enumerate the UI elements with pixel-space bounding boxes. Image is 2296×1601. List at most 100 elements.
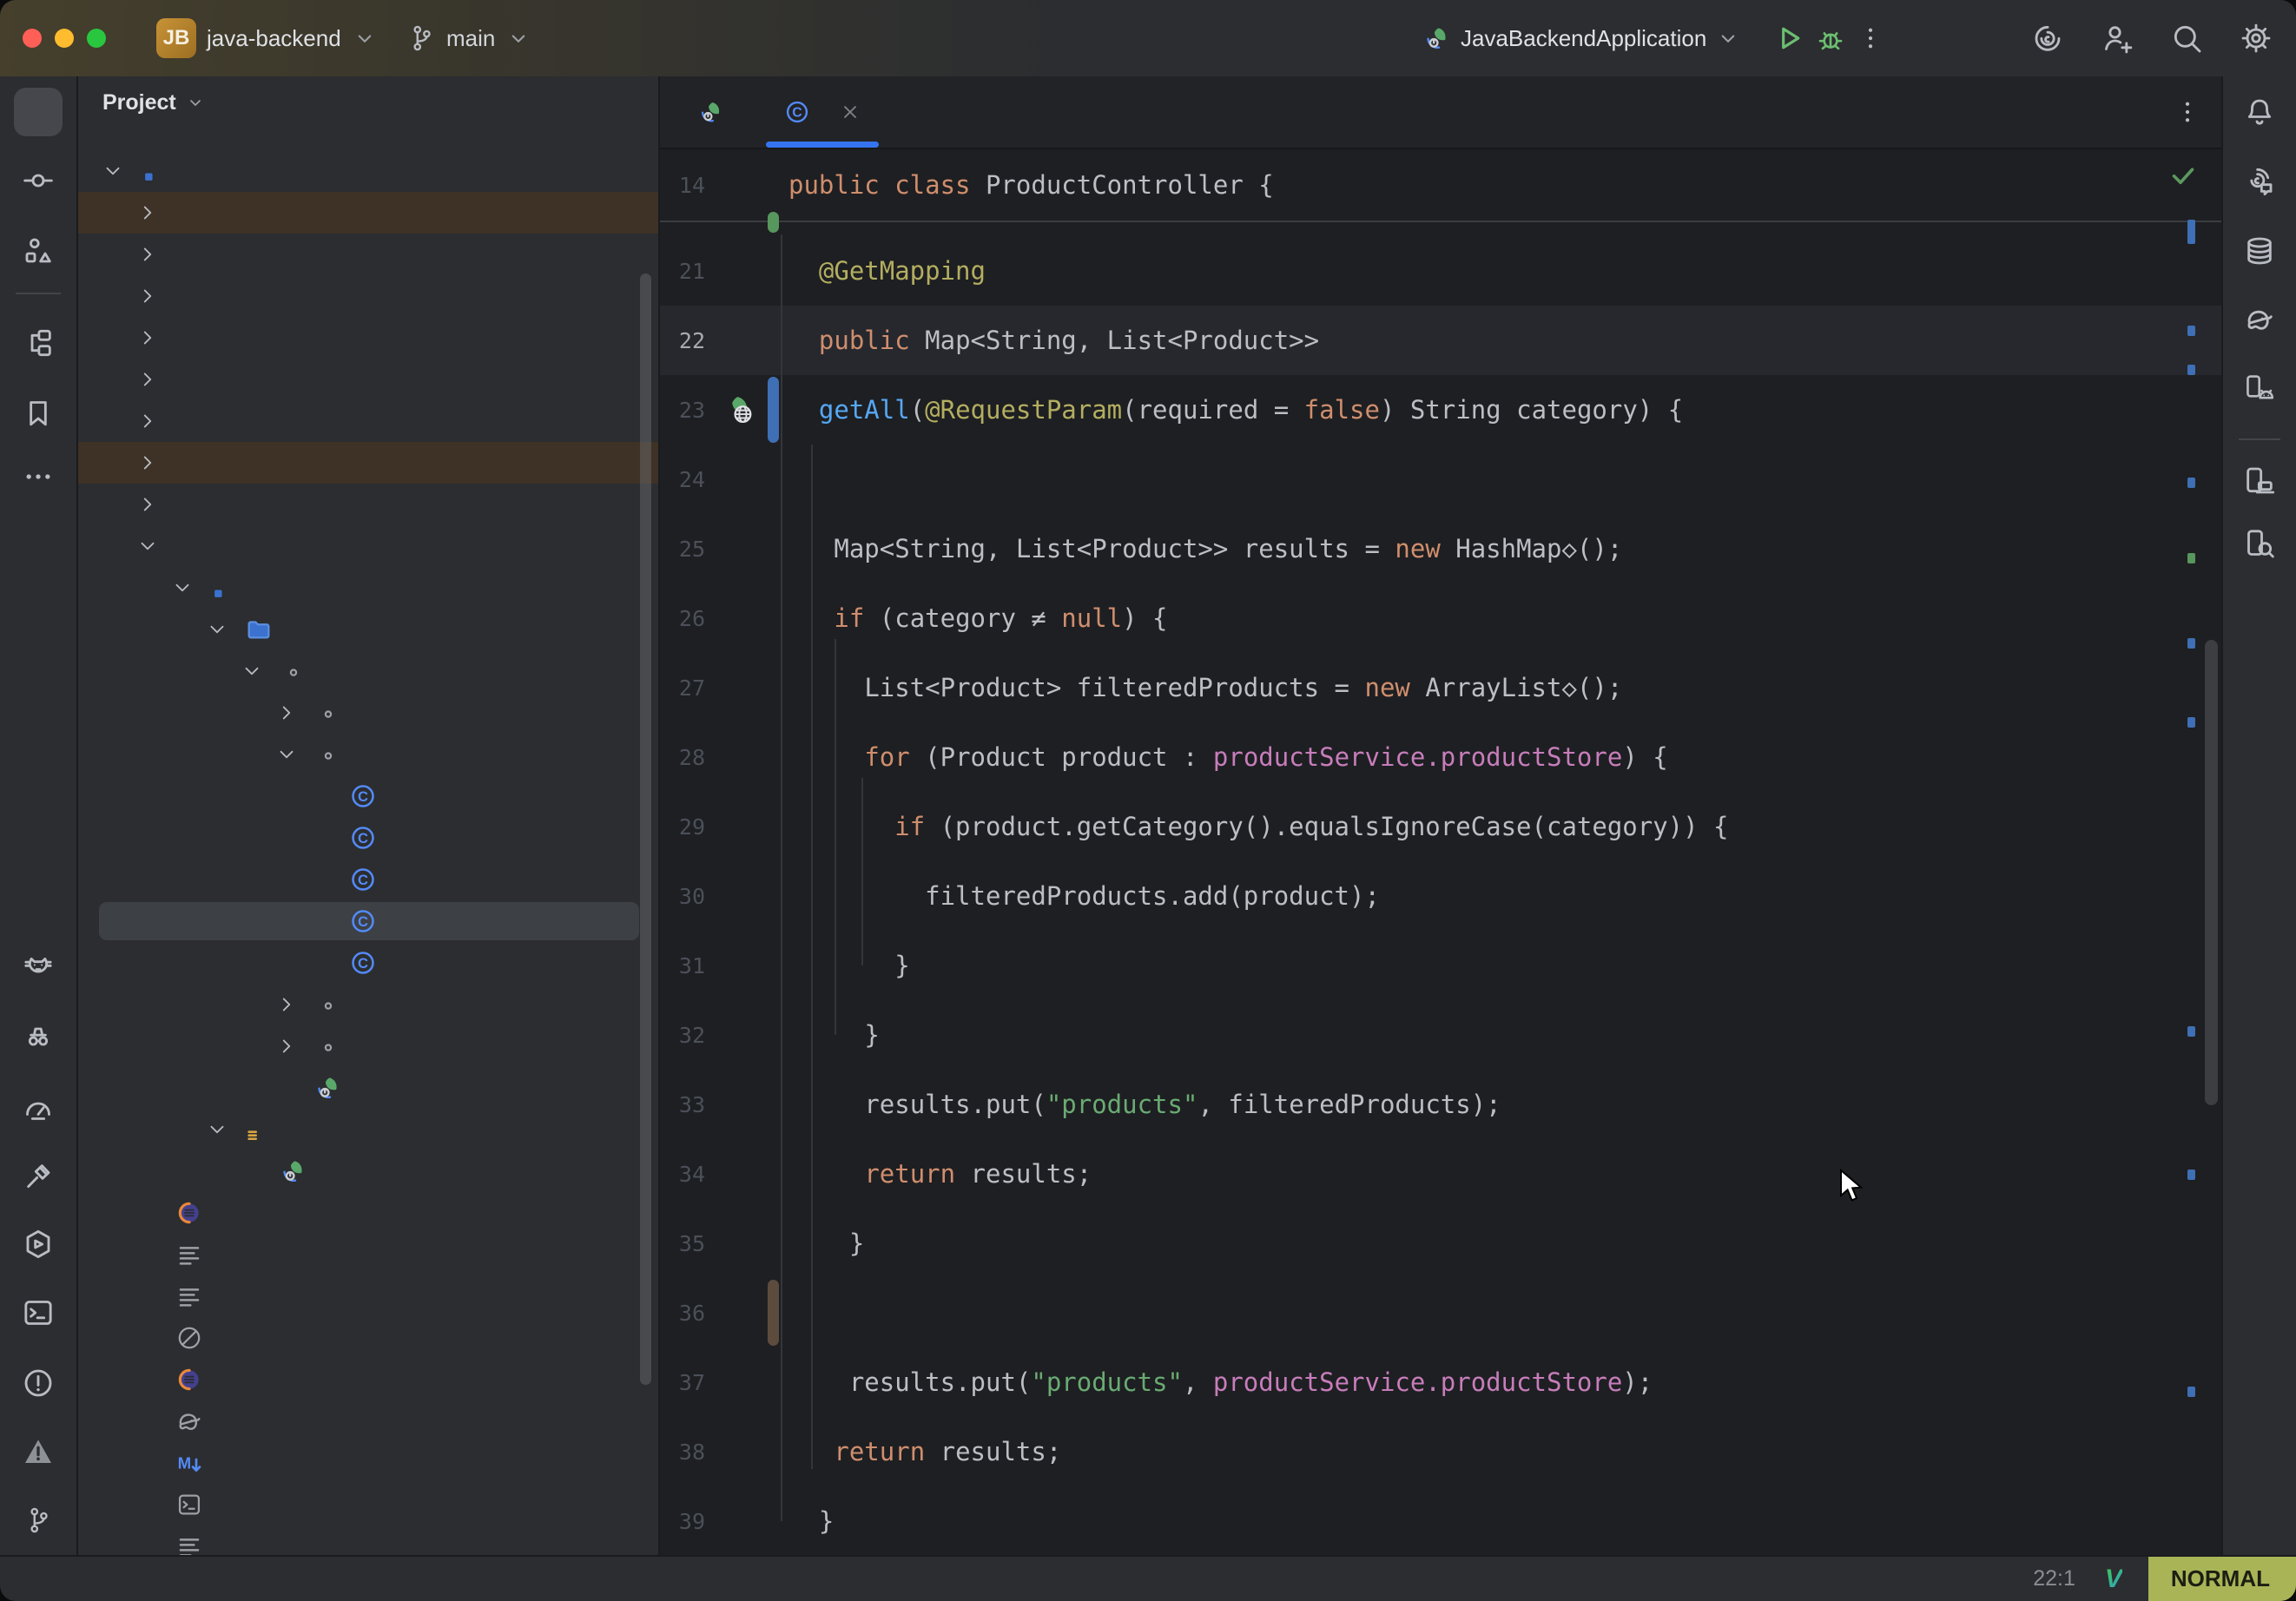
- tool-terminal-button[interactable]: [14, 1288, 63, 1337]
- code-line-39[interactable]: 39 }: [660, 1486, 2221, 1555]
- ideavim-icon[interactable]: V: [2105, 1565, 2122, 1594]
- tree-item-CHANGELOG.md[interactable]: M: [78, 1442, 658, 1484]
- tab-JavaBackendApplication.java[interactable]: [674, 76, 761, 148]
- tool-logcat-cat-button[interactable]: [14, 943, 63, 992]
- code-line-31[interactable]: 31 }: [660, 931, 2221, 1000]
- caret-position[interactable]: 22:1: [2033, 1566, 2075, 1591]
- tree-item-gradlew[interactable]: [78, 1484, 658, 1525]
- code-line-38[interactable]: 38 return results;: [660, 1417, 2221, 1486]
- settings-gear-icon[interactable]: [2239, 21, 2273, 56]
- tool-hierarchy-button[interactable]: [14, 319, 63, 367]
- tree-item-UserController[interactable]: C: [78, 942, 658, 984]
- code-line-36[interactable]: 36: [660, 1278, 2221, 1347]
- tool-more-ellipsis-button[interactable]: [14, 452, 63, 501]
- tree-item-models[interactable]: M3.5 7.2c0-.9.7-1.6 1.6-1.6h4.1l2 2.1h7.…: [78, 984, 658, 1025]
- tree-chevron-closed-icon[interactable]: [136, 451, 159, 474]
- tree-item-.factorypath[interactable]: [78, 1234, 658, 1275]
- tool-project-folder-button[interactable]: M3.5 7.2c0-.9.7-1.6 1.6-1.6h4.1l2 2.1h7.…: [14, 88, 63, 136]
- tree-item-application.properties[interactable]: [78, 1150, 658, 1192]
- tree-item-service[interactable]: M3.5 7.2c0-.9.7-1.6 1.6-1.6h4.1l2 2.1h7.…: [78, 1025, 658, 1067]
- tool-database-button[interactable]: [2235, 227, 2284, 275]
- code-line-21[interactable]: 21 @GetMapping: [660, 236, 2221, 306]
- vim-mode-badge[interactable]: NORMAL: [2148, 1557, 2296, 1601]
- project-widget[interactable]: JB java-backend: [156, 0, 378, 76]
- tab-options-kebab-icon[interactable]: [2173, 97, 2202, 127]
- tree-item-OrderController[interactable]: C: [78, 859, 658, 900]
- tree-item-JavaBackendApplication[interactable]: [78, 1067, 658, 1109]
- tree-item-CartController[interactable]: C: [78, 775, 658, 817]
- tool-warning-triangle-button[interactable]: [14, 1427, 63, 1476]
- tool-running-devices-button[interactable]: [2235, 365, 2284, 413]
- code-line-25[interactable]: 25 Map<String, List<Product>> results = …: [660, 514, 2221, 583]
- code-line-28[interactable]: 28 for (Product product : productService…: [660, 722, 2221, 792]
- close-tab-icon[interactable]: [839, 101, 861, 123]
- tool-services-play-button[interactable]: [14, 1220, 63, 1268]
- code-line-35[interactable]: 35 }: [660, 1209, 2221, 1278]
- code-line-30[interactable]: 30 filteredProducts.add(product);: [660, 861, 2221, 931]
- code-with-me-icon[interactable]: [2100, 21, 2134, 56]
- tree-item-config[interactable]: M3.5 7.2c0-.9.7-1.6 1.6-1.6h4.1l2 2.1h7.…: [78, 692, 658, 734]
- tree-item-.vscode[interactable]: M3.5 7.2c0-.9.7-1.6 1.6-1.6h4.1l2 2.1h7.…: [78, 359, 658, 400]
- close-window-button[interactable]: [23, 29, 42, 48]
- code-line-27[interactable]: 27 List<Product> filteredProducts = new …: [660, 653, 2221, 722]
- search-everywhere-icon[interactable]: [2169, 21, 2204, 56]
- editor-scrollbar[interactable]: [2205, 640, 2218, 1105]
- tool-problems-circle-button[interactable]: [14, 1359, 63, 1407]
- run-configuration-name[interactable]: JavaBackendApplication: [1461, 25, 1706, 52]
- tree-item-resources[interactable]: M3.5 7.2c0-.9.7-1.6 1.6-1.6h4.1l2 2.1h7.…: [78, 1109, 658, 1150]
- tree-chevron-closed-icon[interactable]: [136, 201, 159, 224]
- tree-item-.gradle[interactable]: M3.5 7.2c0-.9.7-1.6 1.6-1.6h4.1l2 2.1h7.…: [78, 192, 658, 234]
- tool-gradle-elephant-button[interactable]: [2235, 295, 2284, 344]
- chevron-down-icon[interactable]: [1715, 25, 1741, 51]
- tool-build-hammer-button[interactable]: [14, 1152, 63, 1201]
- tree-item-monostore.backend[interactable]: M3.5 7.2c0-.9.7-1.6 1.6-1.6h4.1l2 2.1h7.…: [78, 650, 658, 692]
- code-line-26[interactable]: 26 if (category ≠ null) {: [660, 583, 2221, 653]
- debug-button[interactable]: [1814, 22, 1847, 55]
- tree-item-java-backend[interactable]: M3.5 7.2c0-.9.7-1.6 1.6-1.6h4.1l2 2.1h7.…: [78, 150, 658, 192]
- tree-item-.classpath[interactable]: [78, 1192, 658, 1234]
- tree-chevron-closed-icon[interactable]: [275, 1035, 298, 1057]
- code-line-33[interactable]: 33 results.put("products", filteredProdu…: [660, 1070, 2221, 1139]
- tool-device-explorer-button[interactable]: [2235, 519, 2284, 568]
- tree-item-.gitattributes[interactable]: [78, 1275, 658, 1317]
- minimize-window-button[interactable]: [55, 29, 74, 48]
- tree-chevron-closed-icon[interactable]: [136, 326, 159, 349]
- code-line-34[interactable]: 34 return results;: [660, 1139, 2221, 1209]
- tree-chevron-open-icon[interactable]: [136, 535, 159, 557]
- tree-chevron-closed-icon[interactable]: [136, 243, 159, 266]
- tree-item-src[interactable]: M3.5 7.2c0-.9.7-1.6 1.6-1.6h4.1l2 2.1h7.…: [78, 525, 658, 567]
- tool-git-branch-button[interactable]: [14, 1496, 63, 1545]
- tool-notifications-bell-button[interactable]: [2235, 88, 2284, 136]
- tree-item-.settings[interactable]: M3.5 7.2c0-.9.7-1.6 1.6-1.6h4.1l2 2.1h7.…: [78, 317, 658, 359]
- tool-profiler-gauge-button[interactable]: [14, 1084, 63, 1132]
- tree-item-gradlew.bat[interactable]: [78, 1525, 658, 1555]
- tree-item-.gitignore[interactable]: [78, 1317, 658, 1359]
- zoom-window-button[interactable]: [87, 29, 106, 48]
- code-line-32[interactable]: 32 }: [660, 1000, 2221, 1070]
- tree-chevron-closed-icon[interactable]: [136, 493, 159, 516]
- tree-item-.nx[interactable]: M3.5 7.2c0-.9.7-1.6 1.6-1.6h4.1l2 2.1h7.…: [78, 275, 658, 317]
- tree-item-main[interactable]: M3.5 7.2c0-.9.7-1.6 1.6-1.6h4.1l2 2.1h7.…: [78, 567, 658, 609]
- run-button[interactable]: [1772, 22, 1805, 55]
- tree-item-.idea[interactable]: M3.5 7.2c0-.9.7-1.6 1.6-1.6h4.1l2 2.1h7.…: [78, 234, 658, 275]
- tree-item-bin[interactable]: M3.5 7.2c0-.9.7-1.6 1.6-1.6h4.1l2 2.1h7.…: [78, 400, 658, 442]
- tree-chevron-closed-icon[interactable]: [136, 285, 159, 307]
- tab-ProductController.java[interactable]: C: [761, 76, 884, 148]
- tool-ai-assistant-button[interactable]: [2235, 158, 2284, 207]
- tool-commit-button[interactable]: [14, 156, 63, 205]
- code-line-37[interactable]: 37 results.put("products", productServic…: [660, 1347, 2221, 1417]
- tree-item-MainController[interactable]: C: [78, 817, 658, 859]
- tool-spy-button[interactable]: [14, 1011, 63, 1060]
- tree-chevron-closed-icon[interactable]: [275, 993, 298, 1016]
- code-line-22[interactable]: 22 public Map<String, List<Product>>: [660, 306, 2221, 375]
- tree-chevron-open-icon[interactable]: [171, 576, 194, 599]
- project-panel-header[interactable]: Project: [78, 76, 658, 128]
- code-line-24[interactable]: 24: [660, 445, 2221, 514]
- endpoint-globe-icon[interactable]: [722, 393, 755, 426]
- tool-device-manager-button[interactable]: [2235, 457, 2284, 505]
- code-line-29[interactable]: 29 if (product.getCategory().equalsIgnor…: [660, 792, 2221, 861]
- tree-item-gradle[interactable]: M3.5 7.2c0-.9.7-1.6 1.6-1.6h4.1l2 2.1h7.…: [78, 484, 658, 525]
- inspections-ok-icon[interactable]: [2167, 160, 2199, 191]
- tree-item-ProductController[interactable]: C: [78, 900, 658, 942]
- tree-chevron-open-icon[interactable]: [102, 160, 124, 182]
